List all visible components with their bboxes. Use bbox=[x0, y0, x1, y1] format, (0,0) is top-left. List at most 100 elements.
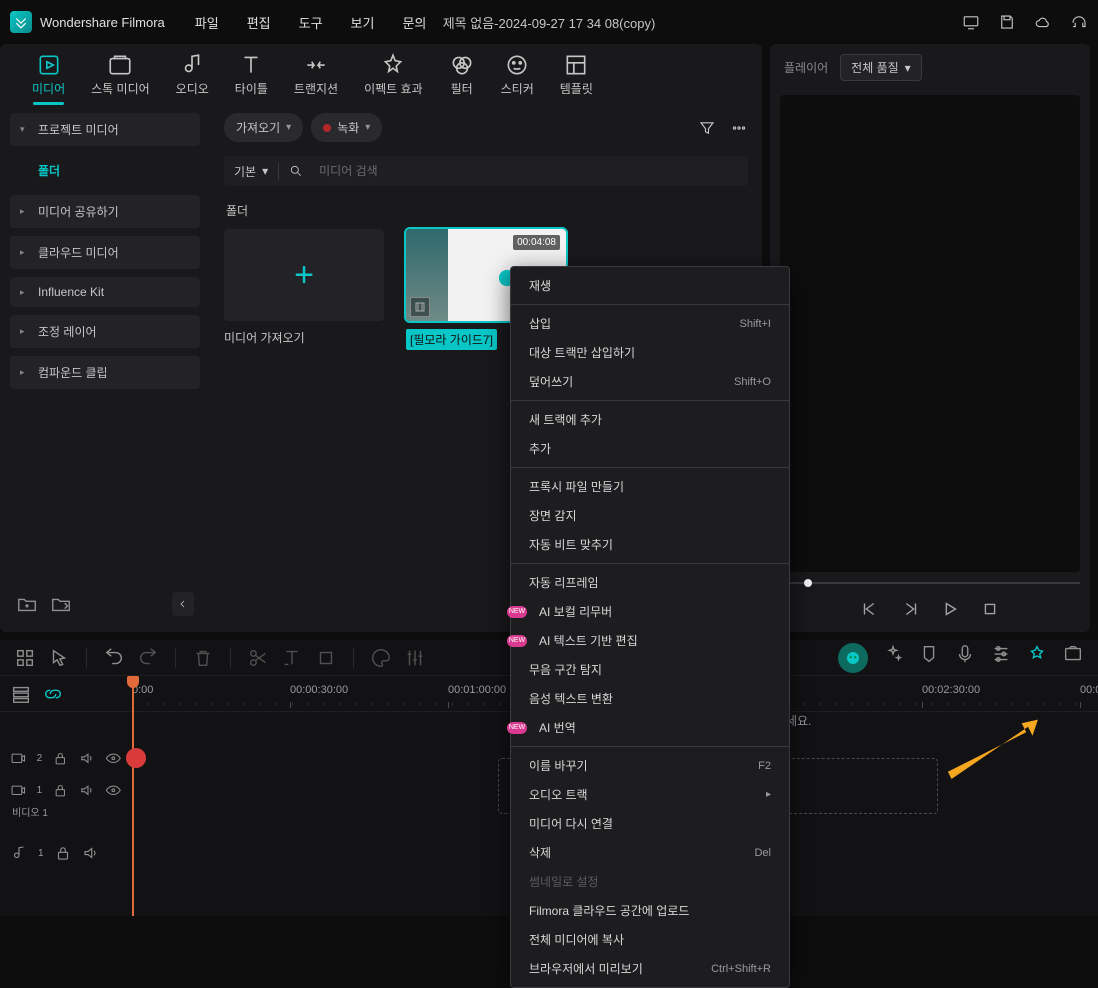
save-icon[interactable] bbox=[998, 13, 1016, 31]
ctx-item[interactable]: 재생 bbox=[511, 271, 789, 300]
mute-icon[interactable] bbox=[79, 749, 96, 767]
text-tool-icon[interactable] bbox=[281, 647, 303, 669]
ctx-item[interactable]: 이름 바꾸기F2 bbox=[511, 751, 789, 780]
ctx-item[interactable]: 삭제Del bbox=[511, 838, 789, 867]
tab-transitions[interactable]: 트랜지션 bbox=[288, 50, 344, 105]
tab-filters[interactable]: 필터 bbox=[443, 50, 481, 105]
ai-button[interactable] bbox=[838, 643, 868, 673]
sidebar: ▾프로젝트 미디어 폴더 ▸미디어 공유하기 ▸클라우드 미디어 ▸Influe… bbox=[0, 105, 210, 632]
crop-icon[interactable] bbox=[315, 647, 337, 669]
menu-file[interactable]: 파일 bbox=[195, 13, 219, 32]
adjust-icon[interactable] bbox=[404, 647, 426, 669]
tab-stock[interactable]: 스톡 미디어 bbox=[85, 50, 156, 105]
scissors-icon[interactable] bbox=[247, 647, 269, 669]
quality-select[interactable]: 전체 품질▾ bbox=[840, 54, 922, 81]
cursor-icon[interactable] bbox=[48, 647, 70, 669]
ctx-item[interactable]: NEWAI 보컬 리무버 bbox=[511, 597, 789, 626]
ctx-item[interactable]: 장면 감지 bbox=[511, 501, 789, 530]
mixer-icon[interactable] bbox=[990, 643, 1012, 665]
magic-icon[interactable] bbox=[1026, 643, 1048, 665]
ctx-item[interactable]: 새 트랙에 추가 bbox=[511, 405, 789, 434]
sidebar-item-influence[interactable]: ▸Influence Kit bbox=[10, 277, 200, 307]
track-stack-icon[interactable] bbox=[10, 683, 32, 705]
ctx-item[interactable]: 대상 트랙만 삽입하기 bbox=[511, 338, 789, 367]
trash-icon[interactable] bbox=[192, 647, 214, 669]
marker-icon[interactable] bbox=[918, 643, 940, 665]
ctx-item[interactable]: 자동 비트 맞추기 bbox=[511, 530, 789, 559]
ctx-item[interactable]: NEWAI 텍스트 기반 편집 bbox=[511, 626, 789, 655]
ctx-item[interactable]: 삽입Shift+I bbox=[511, 309, 789, 338]
menu-edit[interactable]: 편집 bbox=[247, 13, 271, 32]
audio-track-icon bbox=[10, 844, 28, 862]
record-button[interactable]: 녹화▾ bbox=[311, 113, 382, 142]
eye-icon[interactable] bbox=[105, 749, 122, 767]
prev-frame-icon[interactable] bbox=[859, 598, 881, 620]
tab-templates[interactable]: 템플릿 bbox=[554, 50, 599, 105]
search-input[interactable] bbox=[313, 162, 738, 180]
tab-stickers[interactable]: 스티커 bbox=[495, 50, 540, 105]
ctx-item[interactable]: 미디어 다시 연결 bbox=[511, 809, 789, 838]
sidebar-item-folder[interactable]: 폴더 bbox=[28, 154, 200, 187]
playhead[interactable] bbox=[132, 676, 134, 916]
sidebar-item-project-media[interactable]: ▾프로젝트 미디어 bbox=[10, 113, 200, 146]
ctx-label: 삭제 bbox=[529, 844, 551, 861]
sparkle-icon[interactable] bbox=[882, 643, 904, 665]
play-icon[interactable] bbox=[939, 598, 961, 620]
ctx-label: 오디오 트랙 bbox=[529, 786, 588, 803]
import-button[interactable]: 가져오기▾ bbox=[224, 113, 303, 142]
video-track-icon bbox=[10, 749, 27, 767]
tab-effects[interactable]: 이펙트 효과 bbox=[358, 50, 429, 105]
ctx-label: 프록시 파일 만들기 bbox=[529, 478, 624, 495]
mute-icon[interactable] bbox=[82, 844, 100, 862]
eye-icon[interactable] bbox=[105, 781, 122, 799]
redo-icon[interactable] bbox=[137, 647, 159, 669]
grid-view-icon[interactable] bbox=[14, 647, 36, 669]
more-icon[interactable] bbox=[730, 119, 748, 137]
mute-icon[interactable] bbox=[79, 781, 96, 799]
ctx-item[interactable]: 음성 텍스트 변환 bbox=[511, 684, 789, 713]
collapse-sidebar-button[interactable] bbox=[172, 592, 194, 616]
mic-icon[interactable] bbox=[954, 643, 976, 665]
undo-icon[interactable] bbox=[103, 647, 125, 669]
open-folder-icon[interactable] bbox=[50, 593, 72, 615]
app-logo bbox=[10, 11, 32, 33]
ctx-item[interactable]: 프록시 파일 만들기 bbox=[511, 472, 789, 501]
cloud-icon[interactable] bbox=[1034, 13, 1052, 31]
ctx-item[interactable]: 전체 미디어에 복사 bbox=[511, 925, 789, 954]
ctx-item[interactable]: 추가 bbox=[511, 434, 789, 463]
monitor-icon[interactable] bbox=[962, 13, 980, 31]
sidebar-item-cloud[interactable]: ▸클라우드 미디어 bbox=[10, 236, 200, 269]
tab-titles[interactable]: 타이틀 bbox=[229, 50, 274, 105]
ctx-label: 추가 bbox=[529, 440, 551, 457]
import-media-card[interactable]: + 미디어 가져오기 bbox=[224, 229, 384, 350]
lock-icon[interactable] bbox=[54, 844, 72, 862]
tab-media[interactable]: 미디어 bbox=[26, 50, 71, 105]
menu-view[interactable]: 보기 bbox=[351, 13, 375, 32]
ctx-item[interactable]: 자동 리프레임 bbox=[511, 568, 789, 597]
sidebar-item-adjust[interactable]: ▸조정 레이어 bbox=[10, 315, 200, 348]
ctx-item[interactable]: Filmora 클라우드 공간에 업로드 bbox=[511, 896, 789, 925]
sidebar-item-share[interactable]: ▸미디어 공유하기 bbox=[10, 195, 200, 228]
new-folder-icon[interactable] bbox=[16, 593, 38, 615]
sidebar-item-compound[interactable]: ▸컴파운드 클립 bbox=[10, 356, 200, 389]
link-icon[interactable] bbox=[42, 683, 64, 705]
palette-icon[interactable] bbox=[370, 647, 392, 669]
ctx-item[interactable]: NEWAI 번역 bbox=[511, 713, 789, 742]
ctx-item[interactable]: 오디오 트랙▸ bbox=[511, 780, 789, 809]
sort-select[interactable]: 기본▾ bbox=[234, 163, 279, 180]
stop-icon[interactable] bbox=[979, 598, 1001, 620]
tab-audio[interactable]: 오디오 bbox=[170, 50, 215, 105]
ctx-item[interactable]: 브라우저에서 미리보기Ctrl+Shift+R bbox=[511, 954, 789, 983]
lock-icon[interactable] bbox=[52, 749, 69, 767]
ctx-item[interactable]: 덮어쓰기Shift+O bbox=[511, 367, 789, 396]
headset-icon[interactable] bbox=[1070, 13, 1088, 31]
menu-help[interactable]: 문의 bbox=[402, 13, 426, 32]
menu-tools[interactable]: 도구 bbox=[299, 13, 323, 32]
ctx-shortcut: Ctrl+Shift+R bbox=[711, 963, 771, 975]
player-progress[interactable] bbox=[780, 580, 1080, 586]
ctx-item[interactable]: 무음 구간 탐지 bbox=[511, 655, 789, 684]
filter-icon[interactable] bbox=[698, 119, 716, 137]
next-frame-icon[interactable] bbox=[899, 598, 921, 620]
screenshot-icon[interactable] bbox=[1062, 643, 1084, 665]
lock-icon[interactable] bbox=[52, 781, 69, 799]
